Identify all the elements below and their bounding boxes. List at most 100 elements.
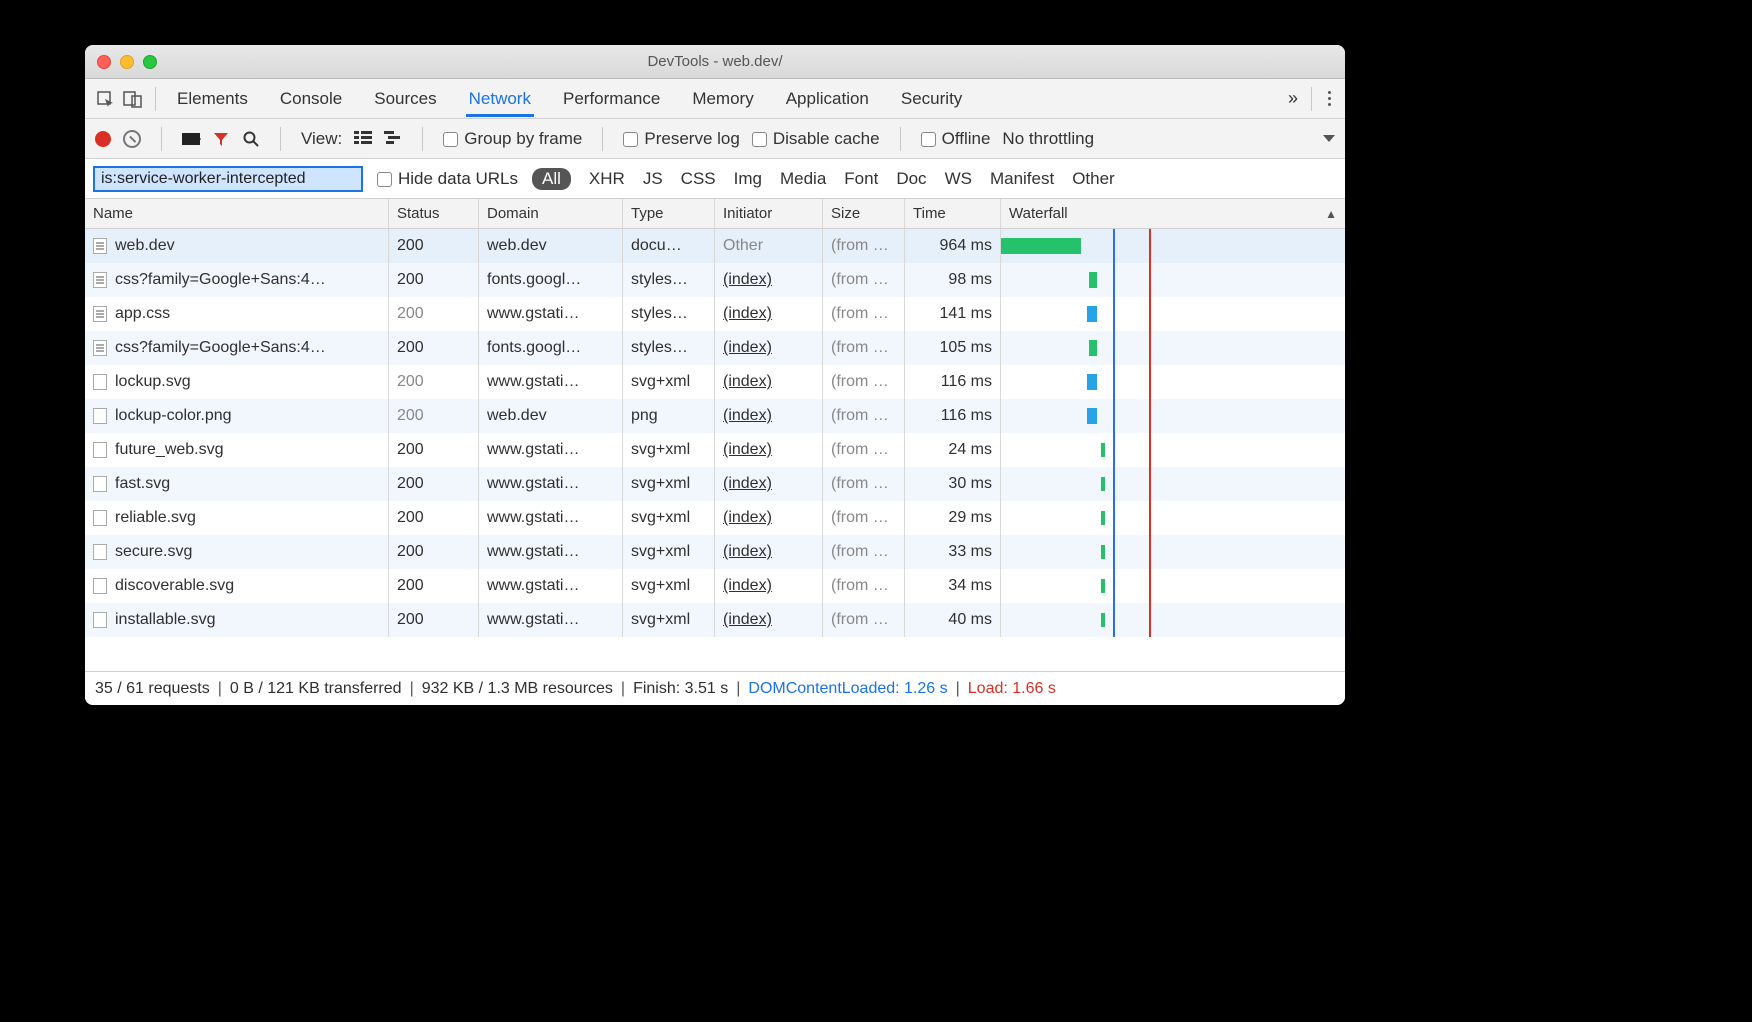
col-initiator[interactable]: Initiator (715, 199, 823, 228)
cell-waterfall (1001, 569, 1345, 603)
table-row[interactable]: reliable.svg200www.gstati…svg+xml(index)… (85, 501, 1345, 535)
col-name[interactable]: Name (85, 199, 389, 228)
dcl-line (1113, 467, 1115, 501)
load-line (1149, 535, 1151, 569)
load-line (1149, 467, 1151, 501)
filter-icon[interactable] (212, 130, 230, 148)
tab-security[interactable]: Security (898, 81, 965, 117)
cell-size: (from … (823, 365, 905, 399)
cell-initiator[interactable]: (index) (723, 611, 772, 629)
tab-console[interactable]: Console (277, 81, 345, 117)
cell-initiator[interactable]: (index) (723, 373, 772, 391)
record-button[interactable] (95, 131, 111, 147)
col-waterfall[interactable]: Waterfall▲ (1001, 199, 1345, 228)
cell-type: svg+xml (623, 433, 715, 467)
cell-name: css?family=Google+Sans:4… (115, 339, 326, 357)
tab-sources[interactable]: Sources (371, 81, 439, 117)
dcl-line (1113, 569, 1115, 603)
cell-initiator[interactable]: (index) (723, 407, 772, 425)
filter-chip-img[interactable]: Img (734, 169, 762, 189)
filter-chip-media[interactable]: Media (780, 169, 826, 189)
cell-waterfall (1001, 229, 1345, 263)
search-icon[interactable] (242, 130, 260, 148)
minimize-icon[interactable] (120, 55, 134, 69)
table-row[interactable]: lockup.svg200www.gstati…svg+xml(index)(f… (85, 365, 1345, 399)
more-tabs-icon[interactable]: » (1280, 88, 1303, 109)
disable-cache-checkbox[interactable]: Disable cache (752, 129, 880, 149)
cell-initiator[interactable]: (index) (723, 543, 772, 561)
cell-type: docu… (623, 229, 715, 263)
file-icon (93, 612, 107, 628)
zoom-icon[interactable] (143, 55, 157, 69)
cell-domain: www.gstati… (479, 569, 623, 603)
cell-initiator[interactable]: (index) (723, 305, 772, 323)
tab-performance[interactable]: Performance (560, 81, 663, 117)
col-time[interactable]: Time (905, 199, 1001, 228)
table-body[interactable]: web.dev200web.devdocu…Other(from …964 ms… (85, 229, 1345, 671)
close-icon[interactable] (97, 55, 111, 69)
screenshot-icon[interactable] (182, 133, 200, 145)
filter-chip-other[interactable]: Other (1072, 169, 1115, 189)
large-rows-icon[interactable] (354, 129, 372, 149)
device-toggle-icon[interactable] (119, 85, 147, 113)
cell-initiator[interactable]: (index) (723, 339, 772, 357)
filter-input[interactable] (93, 166, 363, 192)
kebab-menu-icon[interactable] (1320, 91, 1339, 106)
preserve-log-checkbox[interactable]: Preserve log (623, 129, 739, 149)
table-row[interactable]: fast.svg200www.gstati…svg+xml(index)(fro… (85, 467, 1345, 501)
cell-initiator[interactable]: (index) (723, 509, 772, 527)
devtools-window: DevTools - web.dev/ ElementsConsoleSourc… (85, 45, 1345, 705)
filter-chip-doc[interactable]: Doc (896, 169, 926, 189)
inspect-icon[interactable] (91, 85, 119, 113)
cell-initiator[interactable]: (index) (723, 441, 772, 459)
tab-application[interactable]: Application (783, 81, 872, 117)
col-type[interactable]: Type (623, 199, 715, 228)
filter-chip-js[interactable]: JS (643, 169, 663, 189)
cell-time: 116 ms (905, 365, 1001, 399)
table-row[interactable]: secure.svg200www.gstati…svg+xml(index)(f… (85, 535, 1345, 569)
cell-status: 200 (389, 603, 479, 637)
tab-memory[interactable]: Memory (689, 81, 756, 117)
filter-chip-font[interactable]: Font (844, 169, 878, 189)
filter-chip-manifest[interactable]: Manifest (990, 169, 1054, 189)
table-row[interactable]: discoverable.svg200www.gstati…svg+xml(in… (85, 569, 1345, 603)
table-row[interactable]: css?family=Google+Sans:4…200fonts.googl…… (85, 263, 1345, 297)
throttling-select[interactable]: No throttling (1002, 129, 1094, 149)
clear-icon[interactable] (123, 130, 141, 148)
waterfall-bar (1087, 306, 1097, 322)
cell-type: png (623, 399, 715, 433)
view-label: View: (301, 129, 342, 149)
cell-status: 200 (389, 467, 479, 501)
offline-checkbox[interactable]: Offline (921, 129, 991, 149)
cell-status: 200 (389, 569, 479, 603)
filter-chip-xhr[interactable]: XHR (589, 169, 625, 189)
col-size[interactable]: Size (823, 199, 905, 228)
load-line (1149, 433, 1151, 467)
col-status[interactable]: Status (389, 199, 479, 228)
table-row[interactable]: lockup-color.png200web.devpng(index)(fro… (85, 399, 1345, 433)
waterfall-bar (1001, 238, 1081, 254)
table-row[interactable]: web.dev200web.devdocu…Other(from …964 ms (85, 229, 1345, 263)
filter-chip-all[interactable]: All (532, 168, 571, 190)
cell-initiator[interactable]: (index) (723, 475, 772, 493)
table-row[interactable]: app.css200www.gstati…styles…(index)(from… (85, 297, 1345, 331)
table-row[interactable]: installable.svg200www.gstati…svg+xml(ind… (85, 603, 1345, 637)
table-row[interactable]: css?family=Google+Sans:4…200fonts.googl…… (85, 331, 1345, 365)
throttling-caret-icon[interactable] (1323, 135, 1335, 142)
cell-time: 33 ms (905, 535, 1001, 569)
table-row[interactable]: future_web.svg200www.gstati…svg+xml(inde… (85, 433, 1345, 467)
tab-elements[interactable]: Elements (174, 81, 251, 117)
cell-waterfall (1001, 399, 1345, 433)
filter-chip-css[interactable]: CSS (681, 169, 716, 189)
cell-domain: www.gstati… (479, 603, 623, 637)
filter-chip-ws[interactable]: WS (945, 169, 972, 189)
overview-icon[interactable] (384, 129, 402, 149)
col-domain[interactable]: Domain (479, 199, 623, 228)
cell-type: svg+xml (623, 501, 715, 535)
cell-initiator[interactable]: (index) (723, 271, 772, 289)
cell-initiator[interactable]: (index) (723, 577, 772, 595)
tab-network[interactable]: Network (466, 81, 534, 117)
cell-time: 34 ms (905, 569, 1001, 603)
hide-data-urls-checkbox[interactable]: Hide data URLs (377, 169, 518, 189)
group-by-frame-checkbox[interactable]: Group by frame (443, 129, 582, 149)
